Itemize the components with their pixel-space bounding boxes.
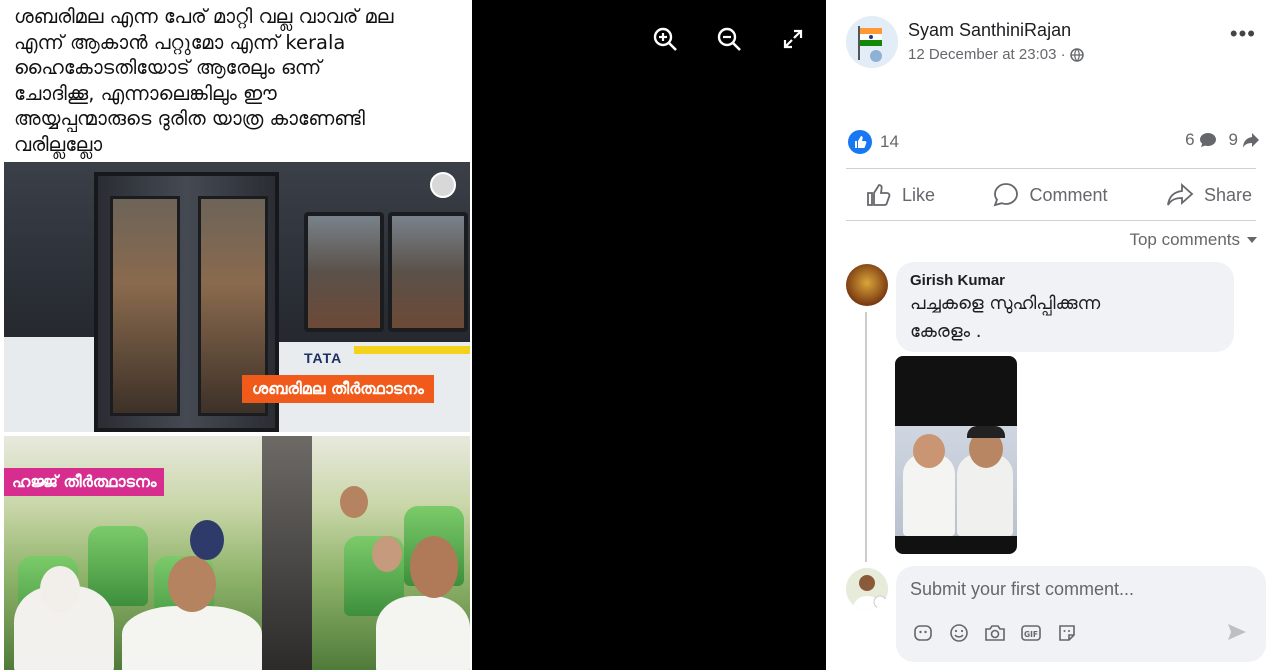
passenger-head	[340, 486, 368, 518]
like-reaction-icon	[848, 130, 872, 154]
passenger-head	[410, 536, 458, 598]
comment-bubble: Girish Kumar പച്ചകളെ സുഹിപ്പിക്കുന്ന കേര…	[896, 262, 1234, 352]
comment-bubble-icon	[1199, 133, 1216, 147]
image-caption: ശബരിമല എന്ന പേര് മാറ്റി വല്ല വാവര് മല എന…	[0, 0, 472, 160]
send-icon	[1228, 624, 1246, 640]
comment-text-line: കേരളം .	[910, 321, 982, 342]
divider	[846, 168, 1256, 169]
caption-line: ഹൈകോടതിയോട് ആരേലും ഒന്ന്	[14, 56, 322, 79]
commenter-avatar[interactable]	[846, 264, 888, 306]
post-actions: Like Comment Share	[846, 172, 1260, 218]
emoji-icon	[950, 624, 968, 642]
globe-icon	[1069, 47, 1084, 62]
bus-window	[388, 212, 468, 332]
plane-caption-tag: ഹജ്ജ് തീർത്ഥാടനം	[4, 468, 165, 496]
post-timestamp[interactable]: 12 December at 23:03 ·	[908, 46, 1084, 63]
comment-text-line: പച്ചകളെ സുഹിപ്പിക്കുന്ന	[910, 293, 1101, 314]
door-pane	[110, 196, 180, 416]
shares-count-link[interactable]: 9	[1229, 130, 1260, 150]
flag-avatar-icon	[846, 16, 898, 68]
caption-line: വരില്ലല്ലോ	[14, 132, 103, 156]
camera-button[interactable]	[984, 622, 1006, 644]
thread-line	[865, 312, 867, 562]
like-button[interactable]: Like	[866, 183, 935, 207]
passenger-head	[190, 520, 224, 560]
comment-input[interactable]	[910, 576, 1230, 602]
zoom-in-icon	[653, 27, 677, 51]
sort-label: Top comments	[1129, 230, 1240, 249]
fullscreen-button[interactable]	[778, 24, 808, 54]
more-options-icon[interactable]: •••	[1230, 23, 1256, 45]
comment-attached-image[interactable]	[895, 356, 1017, 554]
aisle	[262, 436, 312, 670]
like-count: 14	[880, 132, 899, 151]
bus-brand: TATA	[304, 350, 343, 366]
comment-label: Comment	[1029, 184, 1108, 205]
photo-viewer: ശബരിമല എന്ന പേര് മാറ്റി വല്ല വാവര് മല എന…	[0, 0, 826, 670]
gif-button[interactable]: GIF	[1020, 622, 1042, 644]
sticker-icon	[1059, 625, 1075, 641]
zoom-out-button[interactable]	[714, 24, 744, 54]
caption-line: എന്ന് ആകാൻ പറ്റുമോ എന്ന് kerala	[14, 30, 346, 54]
bus-photo: TATA ശബരിമല തീർത്ഥാടനം	[4, 162, 470, 432]
sticker-button[interactable]	[1056, 622, 1078, 644]
share-button[interactable]: Share	[1166, 183, 1252, 207]
bus-stripe	[354, 346, 470, 354]
expand-icon	[783, 29, 803, 49]
gif-icon: GIF	[1021, 625, 1041, 641]
comments-count: 6	[1185, 130, 1195, 149]
viewer-toolbar	[650, 24, 808, 54]
author-avatar[interactable]	[846, 16, 898, 68]
passenger-head	[40, 566, 80, 612]
passenger	[122, 606, 262, 670]
comment-icon	[994, 183, 1019, 207]
timestamp-text: 12 December at 23:03 ·	[908, 46, 1066, 63]
commenter-name[interactable]: Girish Kumar	[910, 272, 1220, 289]
passenger	[376, 596, 470, 670]
caret-down-icon	[1247, 237, 1257, 243]
like-label: Like	[902, 184, 936, 205]
engagement-counts: 6 9	[1185, 130, 1260, 150]
svg-text:GIF: GIF	[1024, 630, 1038, 639]
camera-icon	[985, 625, 1005, 641]
divider	[846, 220, 1256, 221]
comment-composer: GIF	[896, 566, 1266, 662]
avatar-sticker-button[interactable]	[912, 622, 934, 644]
bus-window	[304, 212, 384, 332]
zoom-out-icon	[717, 27, 741, 51]
bus-panel	[4, 337, 99, 432]
composer-tools: GIF	[912, 622, 1078, 644]
shares-count: 9	[1228, 130, 1238, 149]
share-arrow-icon	[1243, 133, 1259, 148]
comments-count-link[interactable]: 6	[1185, 130, 1216, 150]
share-label: Share	[1203, 184, 1252, 205]
comment-button[interactable]: Comment	[993, 182, 1108, 208]
bus-caption-tag: ശബരിമല തീർത്ഥാടനം	[242, 375, 434, 403]
reaction-summary[interactable]: 14	[848, 130, 899, 154]
comment-sort-dropdown[interactable]: Top comments	[1129, 230, 1258, 250]
share-icon	[1167, 183, 1194, 206]
avatar-sticker-icon	[914, 625, 932, 641]
caption-line: അയ്യപ്പന്മാരുടെ ദുരിത യാത്ര കാണേണ്ടി	[14, 107, 365, 130]
post-image: ശബരിമല എന്ന പേര് മാറ്റി വല്ല വാവര് മല എന…	[0, 0, 472, 670]
my-avatar[interactable]	[846, 568, 888, 610]
caption-line: ചോദിക്കൂ, എന്നാലെങ്കിലും ഈ	[14, 81, 277, 105]
zoom-in-button[interactable]	[650, 24, 680, 54]
comment-image-photo	[895, 426, 1017, 536]
send-button[interactable]	[1226, 622, 1248, 647]
caption-line: ശബരിമല എന്ന പേര് മാറ്റി വല്ല വാവര് മല	[14, 5, 394, 28]
profile-icon	[846, 568, 888, 610]
thumbs-up-icon	[867, 184, 891, 206]
watermark-logo	[430, 172, 456, 198]
passenger-head	[168, 556, 216, 612]
author-name[interactable]: Syam SanthiniRajan	[908, 20, 1071, 41]
post-panel: Syam SanthiniRajan 12 December at 23:03 …	[826, 0, 1280, 670]
passenger-head	[372, 536, 402, 572]
emoji-button[interactable]	[948, 622, 970, 644]
